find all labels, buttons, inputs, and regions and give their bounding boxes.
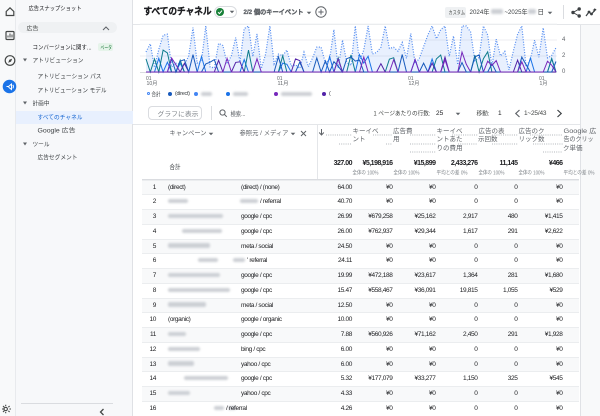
svg-text:移動:: 移動:: [477, 110, 490, 118]
svg-text:キャンペーン: キャンペーン: [170, 129, 207, 137]
svg-text:10月: 10月: [147, 81, 158, 87]
svg-text:1 ページあたりの行数:: 1 ページあたりの行数:: [374, 110, 431, 118]
svg-text:平均との差 0%: 平均との差 0%: [563, 168, 594, 176]
svg-text:1月: 1月: [540, 81, 548, 87]
svg-text:12月: 12月: [409, 81, 420, 87]
svg-text:検索...: 検索...: [230, 109, 245, 118]
svg-text:11月: 11月: [278, 81, 289, 87]
svg-text:参照元 / メディア: 参照元 / メディア: [240, 128, 289, 137]
svg-text:用: 用: [393, 135, 400, 143]
svg-text:合計: 合計: [152, 90, 161, 98]
svg-text:Google 広: Google 広: [563, 126, 597, 135]
svg-text:グラフに表示: グラフに表示: [157, 109, 199, 118]
svg-text:ント: ント: [353, 136, 366, 143]
svg-text:告のクリッ: 告のクリッ: [563, 134, 593, 143]
svg-text:ク単価: ク単価: [563, 143, 583, 152]
svg-text:合計: 合計: [170, 162, 181, 171]
